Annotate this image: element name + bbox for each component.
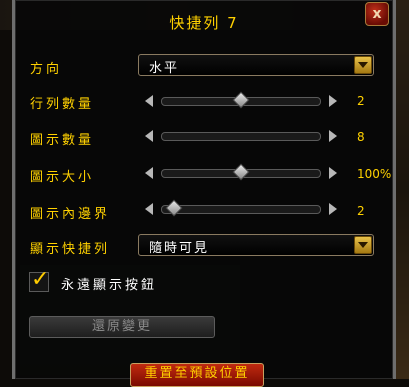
- background-scene-right: [395, 0, 409, 379]
- arrow-right-icon[interactable]: [329, 130, 337, 142]
- slider-track[interactable]: [161, 132, 321, 141]
- revert-changes-button[interactable]: 還原變更: [29, 316, 215, 338]
- arrow-left-icon[interactable]: [145, 167, 153, 179]
- direction-dropdown[interactable]: 水平: [138, 54, 374, 76]
- icons-value: 8: [357, 130, 365, 144]
- direction-label: 方向: [30, 62, 63, 77]
- rows-slider[interactable]: [145, 91, 337, 110]
- padding-slider[interactable]: [145, 199, 337, 218]
- rows-label: 行列數量: [30, 97, 95, 112]
- slider-track[interactable]: [161, 205, 321, 214]
- checkmark-icon: ✓: [31, 267, 50, 292]
- rows-value: 2: [357, 94, 365, 108]
- size-slider[interactable]: [145, 163, 337, 182]
- padding-label: 圖示內邊界: [30, 207, 111, 222]
- panel-title: 快捷列 7: [169, 14, 239, 32]
- reset-position-button[interactable]: 重置至預設位置: [130, 363, 264, 387]
- arrow-left-icon[interactable]: [145, 130, 153, 142]
- arrow-right-icon[interactable]: [329, 203, 337, 215]
- arrow-right-icon[interactable]: [329, 167, 337, 179]
- actionbar-settings-panel: 快捷列 7 x 方向 水平 行列數量 2 圖示數量 8 圖示大小 100% 圖示…: [12, 0, 396, 387]
- close-button[interactable]: x: [365, 2, 389, 26]
- icons-label: 圖示數量: [30, 133, 95, 148]
- always-show-label: 永遠顯示按鈕: [61, 278, 158, 293]
- visibility-value: 隨時可見: [149, 241, 210, 256]
- direction-value: 水平: [149, 61, 180, 76]
- visibility-label: 顯示快捷列: [30, 242, 111, 257]
- icons-slider[interactable]: [145, 127, 337, 145]
- always-show-checkbox[interactable]: ✓: [29, 267, 49, 292]
- arrow-left-icon[interactable]: [145, 95, 153, 107]
- size-label: 圖示大小: [30, 170, 95, 185]
- padding-value: 2: [357, 204, 365, 218]
- chevron-down-icon[interactable]: [354, 236, 372, 254]
- close-icon: x: [372, 6, 382, 22]
- chevron-down-icon[interactable]: [354, 56, 372, 74]
- size-value: 100%: [357, 167, 392, 181]
- arrow-right-icon[interactable]: [329, 95, 337, 107]
- visibility-dropdown[interactable]: 隨時可見: [138, 234, 374, 256]
- arrow-left-icon[interactable]: [145, 203, 153, 215]
